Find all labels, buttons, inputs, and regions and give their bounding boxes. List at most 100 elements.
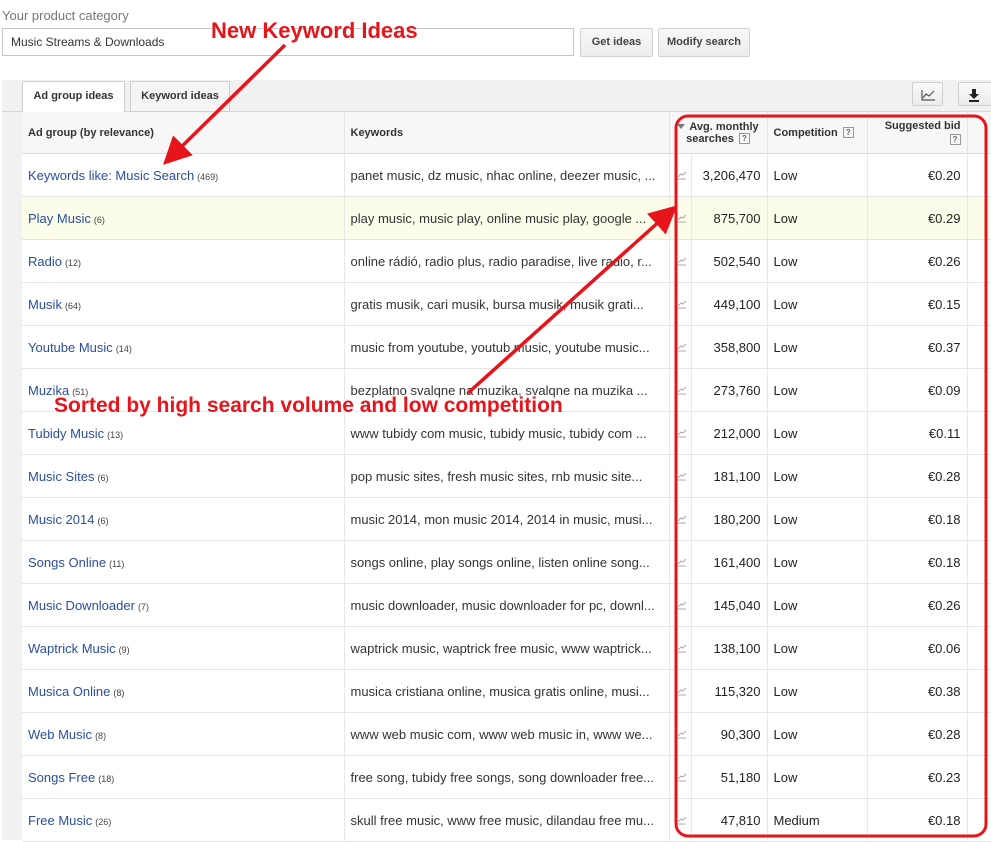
ad-group-link[interactable]: Youtube Music: [28, 340, 113, 355]
suggested-bid-cell: €0.18: [867, 497, 968, 541]
modify-search-button[interactable]: Modify search: [658, 28, 750, 57]
extra-cell: [967, 282, 991, 326]
ad-group-link[interactable]: Music Sites: [28, 469, 94, 484]
ad-group-link[interactable]: Play Music: [28, 211, 91, 226]
download-button[interactable]: [958, 82, 991, 106]
ad-group-cell: Songs Online (11): [22, 540, 345, 584]
trend-chart-icon[interactable]: [676, 599, 687, 610]
extra-column-header: [967, 112, 991, 154]
suggested-bid-cell: €0.11: [867, 411, 968, 455]
trend-chart-icon[interactable]: [676, 642, 687, 653]
trend-chart-icon[interactable]: [676, 298, 687, 309]
ad-group-link[interactable]: Music 2014: [28, 512, 94, 527]
trend-cell[interactable]: [669, 669, 692, 713]
tab-ad-group-ideas[interactable]: Ad group ideas: [22, 81, 125, 113]
trend-cell[interactable]: [669, 153, 692, 197]
help-icon[interactable]: ?: [949, 134, 961, 146]
help-icon[interactable]: ?: [842, 127, 854, 139]
trend-chart-icon[interactable]: [676, 814, 687, 825]
ad-group-cell: Music Downloader (7): [22, 583, 345, 627]
trend-chart-icon[interactable]: [676, 169, 687, 180]
extra-cell: [967, 497, 991, 541]
avg-monthly-searches-cell: 449,100: [691, 282, 768, 326]
trend-cell[interactable]: [669, 712, 692, 756]
ad-group-link[interactable]: Waptrick Music: [28, 641, 116, 656]
suggested-bid-column-header[interactable]: Suggested bid?: [867, 112, 968, 154]
avg-monthly-searches-cell: 90,300: [691, 712, 768, 756]
tab-keyword-ideas[interactable]: Keyword ideas: [130, 81, 230, 112]
trend-chart-icon[interactable]: [676, 771, 687, 782]
download-icon: [969, 89, 979, 102]
trend-cell[interactable]: [669, 497, 692, 541]
ad-group-link[interactable]: Songs Free: [28, 770, 95, 785]
chart-button[interactable]: [912, 82, 943, 106]
trend-cell[interactable]: [669, 540, 692, 584]
ad-group-count: (18): [98, 773, 115, 784]
trend-chart-icon[interactable]: [676, 728, 687, 739]
trend-chart-icon[interactable]: [676, 470, 687, 481]
trend-chart-icon[interactable]: [676, 427, 687, 438]
keywords-cell: musica cristiana online, musica gratis o…: [344, 669, 670, 713]
table-row: Musik (64) gratis musik, cari musik, bursa…: [22, 282, 991, 326]
trend-cell[interactable]: [669, 239, 692, 283]
competition-cell: Low: [767, 540, 868, 584]
avg-monthly-searches-cell: 181,100: [691, 454, 768, 498]
trend-cell[interactable]: [669, 583, 692, 627]
avg-monthly-searches-cell: 273,760: [691, 368, 768, 412]
ad-group-link[interactable]: Tubidy Music: [28, 426, 104, 441]
ad-group-link[interactable]: Music Downloader: [28, 598, 135, 613]
trend-chart-icon[interactable]: [676, 685, 687, 696]
keywords-cell: www web music com, www web music in, www…: [344, 712, 670, 756]
trend-chart-icon[interactable]: [676, 556, 687, 567]
keywords-cell: music 2014, mon music 2014, 2014 in musi…: [344, 497, 670, 541]
ad-group-link[interactable]: Web Music: [28, 727, 92, 742]
ad-group-cell: Radio (12): [22, 239, 345, 283]
trend-chart-icon[interactable]: [676, 384, 687, 395]
competition-cell: Low: [767, 153, 868, 197]
get-ideas-button[interactable]: Get ideas: [580, 28, 653, 57]
competition-column-header[interactable]: Competition ?: [767, 112, 868, 154]
annotation-sorted-note: Sorted by high search volume and low com…: [54, 394, 563, 417]
ad-group-count: (13): [107, 429, 124, 440]
competition-cell: Low: [767, 626, 868, 670]
product-category-label: Your product category: [2, 8, 129, 23]
extra-cell: [967, 583, 991, 627]
ad-group-link[interactable]: Radio: [28, 254, 62, 269]
ad-group-column-header[interactable]: Ad group (by relevance): [22, 112, 345, 154]
ad-group-link[interactable]: Songs Online: [28, 555, 106, 570]
help-icon[interactable]: ?: [738, 133, 750, 145]
trend-cell[interactable]: [669, 368, 692, 412]
trend-cell[interactable]: [669, 325, 692, 369]
ad-group-link[interactable]: Musica Online: [28, 684, 110, 699]
keywords-cell: music from youtube, youtub music, youtub…: [344, 325, 670, 369]
ad-group-link[interactable]: Free Music: [28, 813, 92, 828]
trend-chart-icon[interactable]: [676, 255, 687, 266]
ad-group-count: (12): [64, 257, 81, 268]
trend-chart-icon[interactable]: [676, 513, 687, 524]
trend-cell[interactable]: [669, 282, 692, 326]
trend-cell[interactable]: [669, 411, 692, 455]
competition-cell: Low: [767, 755, 868, 799]
trend-cell[interactable]: [669, 196, 692, 240]
trend-chart-icon[interactable]: [676, 341, 687, 352]
trend-cell[interactable]: [669, 798, 692, 842]
trend-chart-icon[interactable]: [676, 212, 687, 223]
ad-group-cell: Musica Online (8): [22, 669, 345, 713]
ad-group-count: (6): [93, 214, 105, 225]
avg-monthly-searches-cell: 47,810: [691, 798, 768, 842]
keywords-cell: panet music, dz music, nhac online, deez…: [344, 153, 670, 197]
ad-group-link[interactable]: Musik: [28, 297, 62, 312]
avg-monthly-searches-cell: 502,540: [691, 239, 768, 283]
table-header-row: Ad group (by relevance) Keywords Avg. mo…: [22, 112, 991, 154]
extra-cell: [967, 196, 991, 240]
avg-monthly-searches-column-header[interactable]: Avg. monthly searches ?: [669, 112, 768, 154]
ad-group-link[interactable]: Keywords like: Music Search: [28, 168, 194, 183]
ad-group-count: (8): [113, 687, 125, 698]
avg-monthly-searches-cell: 145,040: [691, 583, 768, 627]
suggested-bid-cell: €0.28: [867, 454, 968, 498]
trend-cell[interactable]: [669, 755, 692, 799]
trend-cell[interactable]: [669, 626, 692, 670]
ad-group-cell: Free Music (26): [22, 798, 345, 842]
trend-cell[interactable]: [669, 454, 692, 498]
table-row: Radio (12) online rádió, radio plus, radio…: [22, 239, 991, 283]
